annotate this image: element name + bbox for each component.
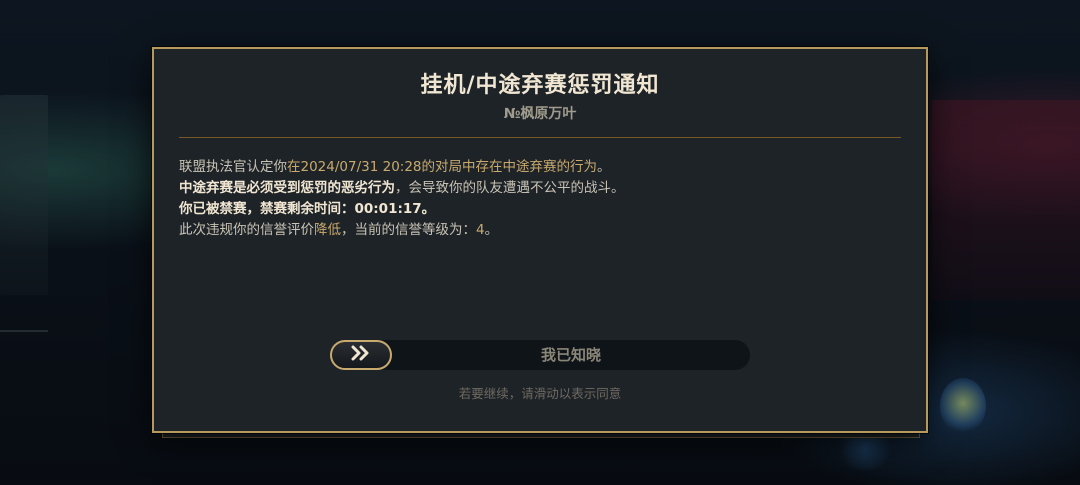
slide-hint: 若要继续，请滑动以表示同意 xyxy=(458,386,622,401)
ban-remaining-time: 你已被禁赛，禁赛剩余时间：00:01:17。 xyxy=(179,201,436,217)
message-line-4: 此次违规你的信誉评价降低，当前的信誉等级为：4。 xyxy=(179,220,625,241)
penalty-dialog: 挂机/中途弃赛惩罚通知 №枫原万叶 联盟执法官认定你在2024/07/31 20… xyxy=(152,47,928,433)
slider-label: 我已知晓 xyxy=(540,346,601,364)
warning-bold-text: 中途弃赛是必须受到惩罚的恶劣行为 xyxy=(179,180,395,196)
match-info-highlight: 在2024/07/31 20:28的对局中存在中途弃赛的行为 xyxy=(287,159,598,175)
background-divider xyxy=(0,330,48,332)
message-text: ，当前的信誉等级为： xyxy=(341,222,476,238)
message-text: 此次违规你的信誉评价 xyxy=(179,222,314,238)
slider-handle[interactable] xyxy=(330,340,392,370)
background-orb xyxy=(940,378,986,434)
double-chevron-right-icon xyxy=(350,345,372,365)
player-name: №枫原万叶 xyxy=(503,106,577,122)
message-text: 。 xyxy=(597,159,611,175)
message-text: 。 xyxy=(484,222,499,238)
title-divider xyxy=(179,137,901,138)
penalty-message: 联盟执法官认定你在2024/07/31 20:28的对局中存在中途弃赛的行为。 … xyxy=(179,157,625,241)
dialog-bottom-edge xyxy=(162,433,920,438)
dialog-title: 挂机/中途弃赛惩罚通知 xyxy=(420,73,660,98)
background-scene-left xyxy=(0,95,48,295)
acknowledge-slider[interactable]: 我已知晓 xyxy=(330,340,750,370)
message-line-2: 中途弃赛是必须受到惩罚的恶劣行为，会导致你的队友遭遇不公平的战斗。 xyxy=(179,178,625,199)
background-scene-right xyxy=(932,100,1080,300)
message-line-1: 联盟执法官认定你在2024/07/31 20:28的对局中存在中途弃赛的行为。 xyxy=(179,157,625,178)
message-text: ，会导致你的队友遭遇不公平的战斗。 xyxy=(395,180,625,196)
reputation-change: 降低 xyxy=(314,222,341,238)
reputation-level: 4 xyxy=(476,222,485,238)
message-text: 联盟执法官认定你 xyxy=(179,159,287,175)
